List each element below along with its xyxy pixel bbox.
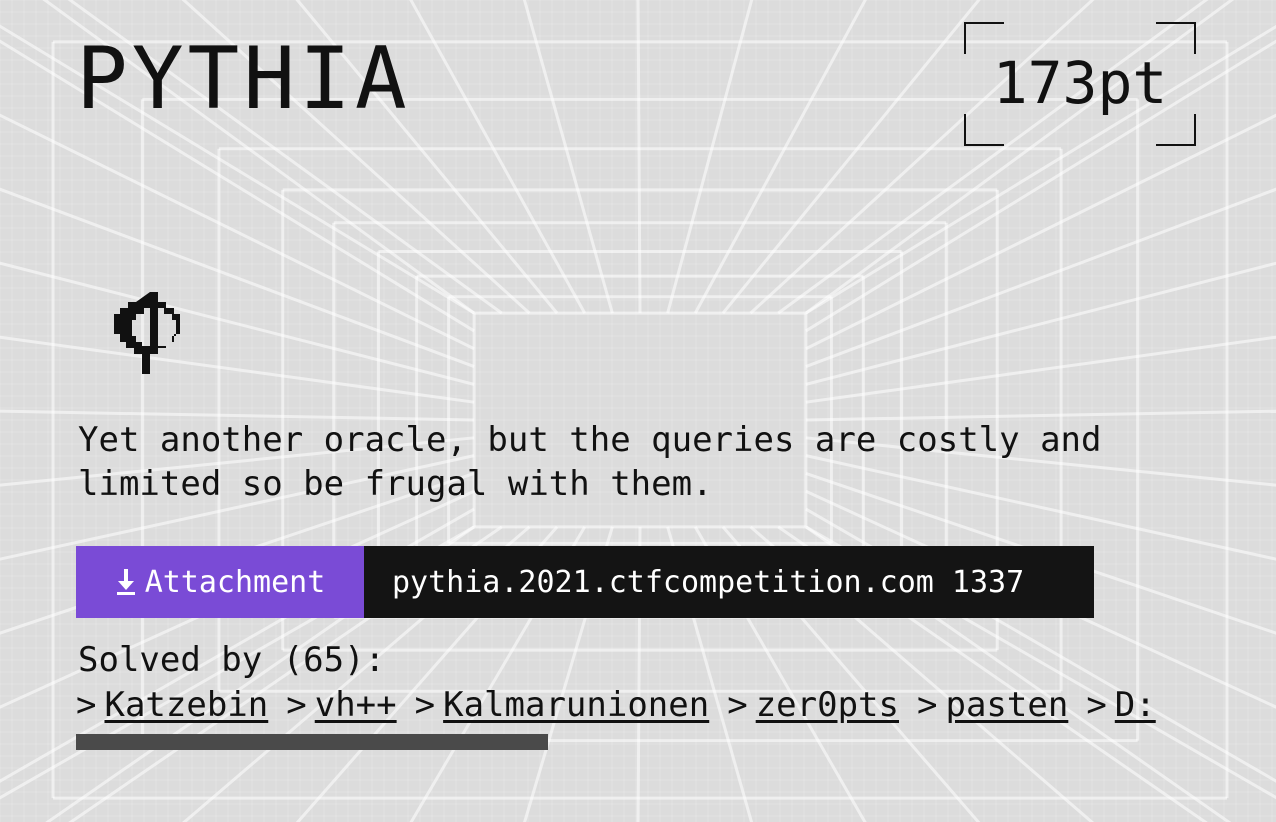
points-badge: 173pt bbox=[964, 22, 1196, 146]
solver-separator: > bbox=[917, 685, 938, 725]
service-host: pythia.2021.ctfcompetition.com 1337 bbox=[364, 546, 1094, 618]
solver-separator: > bbox=[286, 685, 307, 725]
solver-separator: > bbox=[727, 685, 748, 725]
attachment-bar: Attachment pythia.2021.ctfcompetition.co… bbox=[76, 546, 1094, 618]
challenge-title: PYTHIA bbox=[76, 29, 411, 129]
download-arrow-icon bbox=[116, 569, 135, 595]
attachment-label: Attachment bbox=[144, 564, 326, 600]
solver-team-link[interactable]: Katzebin bbox=[104, 685, 268, 725]
solvers-scrollbar[interactable] bbox=[76, 734, 548, 750]
solver-team-link[interactable]: D: bbox=[1115, 685, 1156, 725]
attachment-button[interactable]: Attachment bbox=[76, 546, 364, 618]
solver-team-link[interactable]: Kalmarunionen bbox=[443, 685, 709, 725]
solver-team-link[interactable]: zer0pts bbox=[756, 685, 899, 725]
solver-separator: > bbox=[414, 685, 436, 725]
solver-team-link[interactable]: vh++ bbox=[315, 685, 397, 725]
challenge-description: Yet another oracle, but the queries are … bbox=[78, 420, 1102, 504]
psi-glyph-icon bbox=[114, 292, 180, 374]
solver-separator: > bbox=[76, 685, 97, 725]
solved-by-label: Solved by (65): bbox=[78, 640, 386, 680]
solver-team-link[interactable]: pasten bbox=[945, 685, 1068, 725]
solver-separator: > bbox=[1086, 685, 1107, 725]
points-value: 173pt bbox=[992, 49, 1168, 117]
solvers-list[interactable]: > Katzebin > vh++ > Kalmarunionen > zer0pts > pas… bbox=[76, 682, 1196, 728]
